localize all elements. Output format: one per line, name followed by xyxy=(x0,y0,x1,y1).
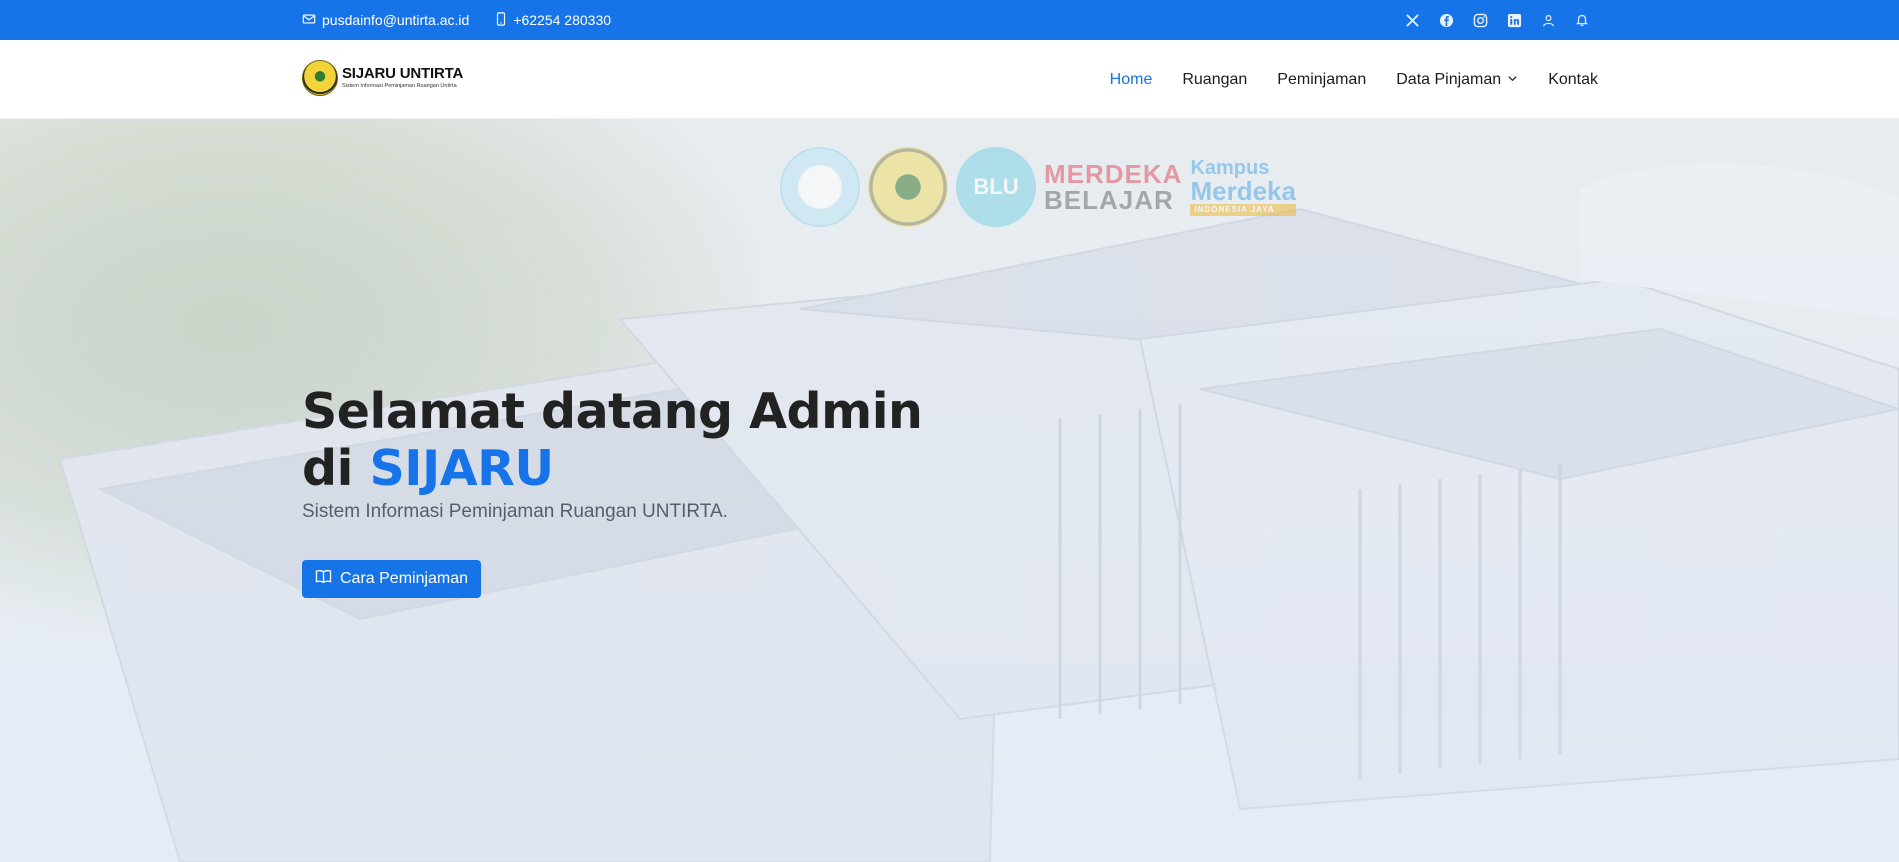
email-link[interactable]: pusdainfo@untirta.ac.id xyxy=(302,12,469,29)
linkedin-icon[interactable] xyxy=(1506,12,1522,28)
logo-name: SIJARU UNTIRTA xyxy=(342,65,464,83)
x-icon[interactable] xyxy=(1404,12,1420,28)
phone-icon xyxy=(495,11,507,29)
site-header: SIJARU UNTIRTA Sistem Informasi Peminjam… xyxy=(0,40,1899,119)
envelope-icon xyxy=(302,12,316,29)
book-icon xyxy=(315,569,332,589)
contact-info: pusdainfo@untirta.ac.id +62254 280330 xyxy=(302,0,611,40)
chevron-down-icon xyxy=(1507,71,1518,89)
hero-text: Selamat datang Admin di SIJARU Sistem In… xyxy=(302,383,923,523)
untirta-logo xyxy=(868,147,948,227)
logo-tagline: Sistem Informasi Peminjaman Ruangan Unti… xyxy=(342,83,457,90)
nav-home[interactable]: Home xyxy=(1110,71,1153,89)
nav-kontak[interactable]: Kontak xyxy=(1548,71,1598,89)
nav-data-pinjaman-label: Data Pinjaman xyxy=(1396,70,1502,88)
top-bar: pusdainfo@untirta.ac.id +62254 280330 xyxy=(0,0,1899,40)
hero-title-accent: SIJARU xyxy=(369,440,554,497)
nav-ruangan[interactable]: Ruangan xyxy=(1182,71,1247,89)
untirta-emblem-icon xyxy=(302,60,338,96)
social-links xyxy=(1404,0,1590,40)
cara-peminjaman-label: Cara Peminjaman xyxy=(340,570,469,587)
main-nav: Home Ruangan Peminjaman Data Pinjaman Ko… xyxy=(1110,40,1598,119)
blu-logo: BLU xyxy=(956,147,1036,227)
hero-section: BLU MERDEKA BELAJAR Kampus Merdeka INDON… xyxy=(0,119,1899,862)
partner-logos: BLU MERDEKA BELAJAR Kampus Merdeka INDON… xyxy=(780,147,1296,227)
bell-icon[interactable] xyxy=(1574,12,1590,28)
hero-title: Selamat datang Admin di SIJARU xyxy=(302,383,923,497)
tut-wuri-handayani-logo xyxy=(780,147,860,227)
phone-text: +62254 280330 xyxy=(513,12,612,28)
user-icon[interactable] xyxy=(1540,12,1556,28)
phone-link[interactable]: +62254 280330 xyxy=(495,11,612,29)
nav-peminjaman[interactable]: Peminjaman xyxy=(1277,71,1366,89)
merdeka-belajar-logo: MERDEKA BELAJAR xyxy=(1044,159,1183,215)
email-text: pusdainfo@untirta.ac.id xyxy=(322,12,470,28)
facebook-icon[interactable] xyxy=(1438,12,1454,28)
instagram-icon[interactable] xyxy=(1472,12,1488,28)
site-logo[interactable]: SIJARU UNTIRTA Sistem Informasi Peminjam… xyxy=(302,60,463,96)
kampus-merdeka-logo: Kampus Merdeka INDONESIA JAYA xyxy=(1190,157,1296,216)
hero-subtitle: Sistem Informasi Peminjaman Ruangan UNTI… xyxy=(302,501,728,522)
cara-peminjaman-button[interactable]: Cara Peminjaman xyxy=(302,560,482,598)
nav-data-pinjaman[interactable]: Data Pinjaman xyxy=(1396,71,1518,89)
